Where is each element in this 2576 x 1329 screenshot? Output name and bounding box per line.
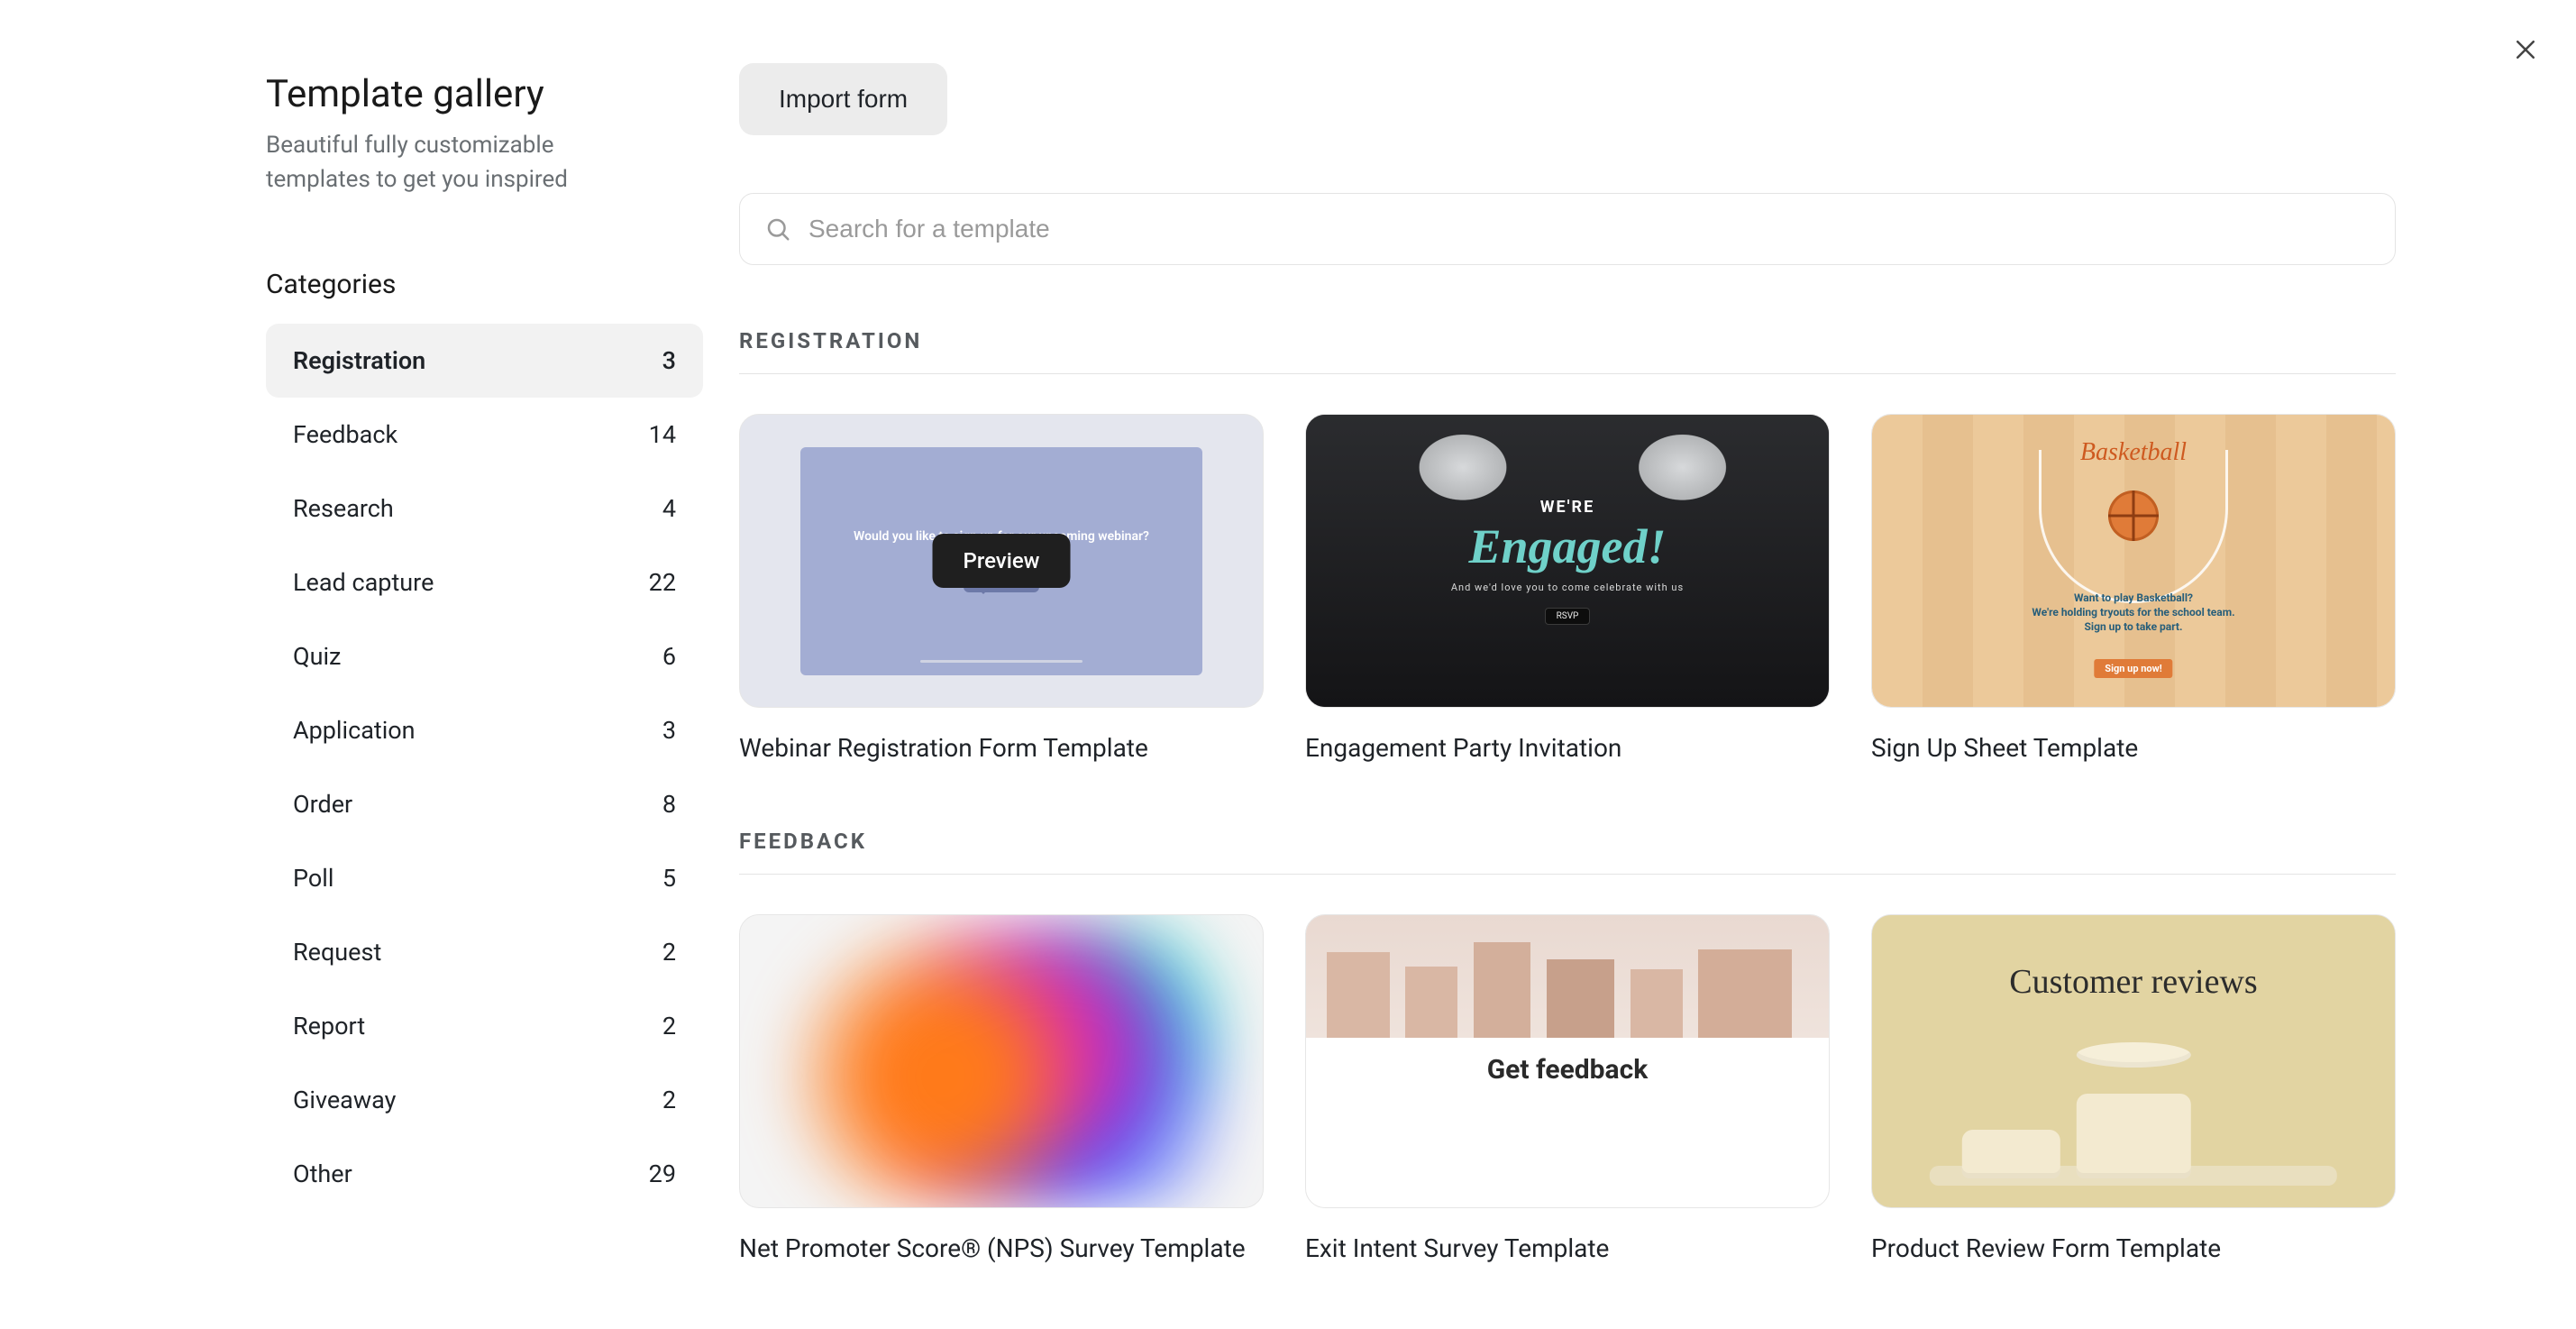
thumb-bg: [1306, 915, 1829, 1038]
category-item-quiz[interactable]: Quiz 6: [266, 619, 703, 693]
thumb-text: Want to play Basketball?We're holding tr…: [1872, 591, 2395, 635]
category-count: 2: [662, 1012, 676, 1040]
close-button[interactable]: [2500, 25, 2551, 76]
thumb-deco: [1698, 949, 1792, 1038]
preview-button[interactable]: Preview: [933, 534, 1071, 588]
template-grid: Would you like to sign up for our upcomi…: [739, 414, 2396, 765]
category-count: 3: [662, 716, 676, 745]
category-count: 5: [662, 864, 676, 893]
template-thumbnail[interactable]: Preview: [739, 914, 1264, 1208]
category-count: 22: [649, 568, 676, 597]
thumb-deco: [920, 660, 1082, 663]
category-item-lead-capture[interactable]: Lead capture 22: [266, 545, 703, 619]
category-item-giveaway[interactable]: Giveaway 2: [266, 1063, 703, 1137]
category-name: Poll: [293, 864, 333, 893]
thumb-line: Sign up to take part.: [1872, 619, 2395, 634]
template-thumbnail[interactable]: Would you like to sign up for our upcomi…: [739, 414, 1264, 708]
category-name: Feedback: [293, 420, 397, 449]
category-name: Giveaway: [293, 1086, 396, 1114]
category-count: 4: [662, 494, 676, 523]
category-name: Report: [293, 1012, 365, 1040]
category-count: 8: [662, 790, 676, 819]
category-name: Order: [293, 790, 352, 819]
page-title: Template gallery: [266, 72, 703, 116]
category-name: Other: [293, 1159, 352, 1188]
template-thumbnail[interactable]: Get feedbackPreview: [1305, 914, 1830, 1208]
category-item-request[interactable]: Request 2: [266, 915, 703, 989]
template-title: Engagement Party Invitation: [1305, 731, 1830, 765]
categories-heading: Categories: [266, 269, 703, 300]
thumb-deco: [1631, 969, 1683, 1038]
category-list: Registration 3 Feedback 14 Research 4 Lead cap…: [266, 324, 703, 1211]
sidebar: Template gallery Beautiful fully customi…: [0, 54, 739, 1211]
category-name: Registration: [293, 346, 425, 375]
thumb-deco: [1547, 959, 1614, 1038]
template-grid: Preview Net Promoter Score® (NPS) Survey …: [739, 914, 2396, 1266]
template-card[interactable]: WE'REEngaged!And we'd love you to come c…: [1305, 414, 1830, 765]
category-name: Research: [293, 494, 394, 523]
template-card[interactable]: Preview Net Promoter Score® (NPS) Survey …: [739, 914, 1264, 1266]
category-count: 3: [662, 346, 676, 375]
page-subtitle: Beautiful fully customizable templates t…: [266, 129, 644, 197]
thumb-line: Customer reviews: [1872, 962, 2395, 1002]
category-count: 2: [662, 1086, 676, 1114]
category-count: 14: [649, 420, 676, 449]
category-item-report[interactable]: Report 2: [266, 989, 703, 1063]
section-registration: REGISTRATION Would you like to sign up fo…: [739, 328, 2396, 765]
category-item-other[interactable]: Other 29: [266, 1137, 703, 1211]
thumb-line: Want to play Basketball?: [1872, 591, 2395, 605]
category-item-application[interactable]: Application 3: [266, 693, 703, 767]
page: Template gallery Beautiful fully customi…: [0, 0, 2576, 1293]
section-divider: [739, 373, 2396, 374]
section-title: FEEDBACK: [739, 829, 2396, 854]
template-thumbnail[interactable]: WE'REEngaged!And we'd love you to come c…: [1305, 414, 1830, 708]
category-item-research[interactable]: Research 4: [266, 472, 703, 545]
template-card[interactable]: Basketball Want to play Basketball?We're …: [1871, 414, 2396, 765]
template-thumbnail[interactable]: Customer reviewsPreview: [1871, 914, 2396, 1208]
category-item-poll[interactable]: Poll 5: [266, 841, 703, 915]
template-title: Product Review Form Template: [1871, 1232, 2396, 1266]
category-name: Lead capture: [293, 568, 434, 597]
thumb-line: WE'RE: [1540, 498, 1594, 517]
template-card[interactable]: Get feedbackPreview Exit Intent Survey Te…: [1305, 914, 1830, 1266]
category-count: 2: [662, 938, 676, 967]
template-title: Exit Intent Survey Template: [1305, 1232, 1830, 1266]
section-feedback: FEEDBACK Preview Net Promoter Score® (NPS)…: [739, 829, 2396, 1266]
thumb-deco: [1474, 942, 1531, 1038]
import-form-button[interactable]: Import form: [739, 63, 947, 135]
search-field-wrap: [739, 193, 2396, 265]
thumb-line: We're holding tryouts for the school tea…: [1872, 605, 2395, 619]
close-icon: [2512, 36, 2539, 66]
main: Import form REGISTRATION Would you like t…: [739, 54, 2576, 1329]
category-name: Quiz: [293, 642, 341, 671]
category-name: Application: [293, 716, 416, 745]
search-input[interactable]: [739, 193, 2396, 265]
category-item-order[interactable]: Order 8: [266, 767, 703, 841]
template-card[interactable]: Customer reviewsPreview Product Review Fo…: [1871, 914, 2396, 1266]
thumb-deco: [1405, 967, 1457, 1038]
category-count: 29: [649, 1159, 676, 1188]
category-item-registration[interactable]: Registration 3: [266, 324, 703, 398]
template-card[interactable]: Would you like to sign up for our upcomi…: [739, 414, 1264, 765]
category-item-feedback[interactable]: Feedback 14: [266, 398, 703, 472]
template-thumbnail[interactable]: Basketball Want to play Basketball?We're …: [1871, 414, 2396, 708]
thumb-deco: [1327, 952, 1390, 1038]
thumb-line: Basketball: [1872, 438, 2395, 467]
template-title: Webinar Registration Form Template: [739, 731, 1264, 765]
category-count: 6: [662, 642, 676, 671]
template-title: Sign Up Sheet Template: [1871, 731, 2396, 765]
category-name: Request: [293, 938, 381, 967]
thumb-button: RSVP: [1545, 608, 1591, 625]
thumb-button: Sign up now!: [2094, 659, 2172, 678]
template-title: Net Promoter Score® (NPS) Survey Templat…: [739, 1232, 1264, 1266]
section-divider: [739, 874, 2396, 875]
section-title: REGISTRATION: [739, 328, 2396, 353]
